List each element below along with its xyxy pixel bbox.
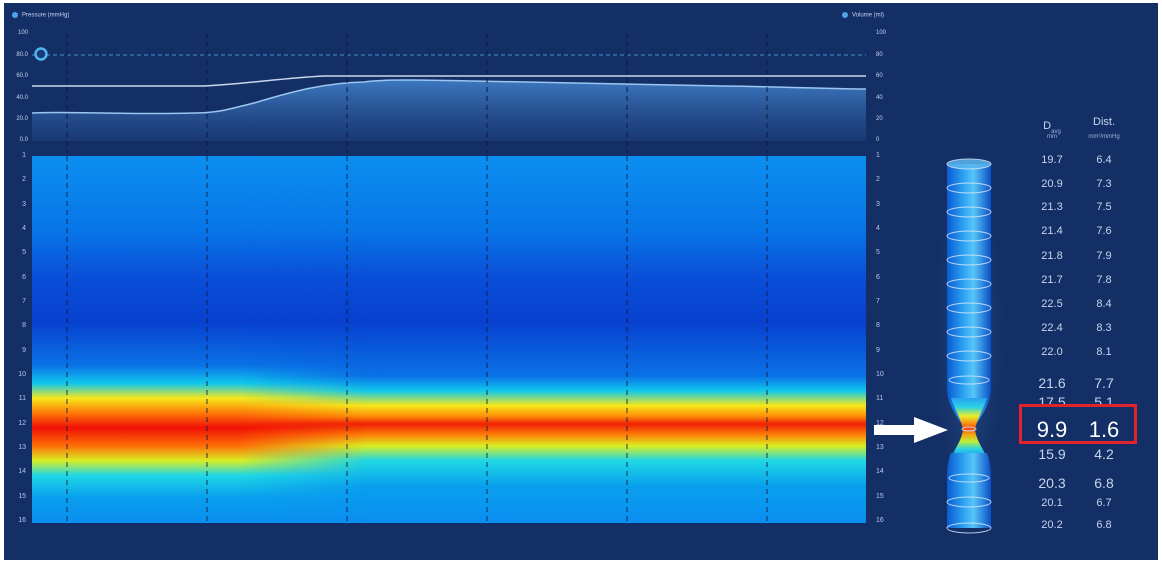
table-cell-distensibility: 7.7: [1094, 375, 1114, 391]
app-window: Pressure (mmHg) Volume (ml) 100 80.0 60.…: [4, 3, 1158, 560]
diameter-heatmap: [32, 156, 866, 523]
pressure-tick-100: 100: [17, 30, 28, 36]
lumen-lower-segment: [947, 453, 991, 528]
sensor-row-label-right: 13: [876, 444, 884, 451]
sensor-row-label-left: 12: [18, 419, 26, 427]
sensor-row-label-left: 10: [18, 371, 26, 378]
sensor-row-label-left: 15: [18, 492, 26, 500]
volume-tick-80: 80: [876, 52, 883, 58]
table-cell-diameter: 21.6: [1038, 375, 1066, 391]
table-cell-diameter: 21.4: [1041, 225, 1063, 237]
pressure-volume-chart: [31, 33, 867, 153]
table-cell-distensibility: 7.3: [1096, 178, 1112, 190]
volume-tick-0: 0: [876, 137, 880, 143]
volume-tick-20: 20: [876, 116, 883, 122]
table-cell-diameter: 20.1: [1041, 497, 1063, 509]
table-cell-distensibility: 8.4: [1096, 298, 1112, 310]
table-cell-diameter: 21.7: [1041, 274, 1063, 286]
pressure-tick-0: 0.0: [19, 137, 28, 143]
sensor-row-label-right: 4: [876, 225, 880, 232]
sensor-row-label-left: 6: [22, 273, 26, 281]
pressure-tick-20: 20.0: [16, 116, 28, 122]
sensor-row-label-right: 10: [876, 371, 884, 378]
sensor-row-label-right: 9: [876, 346, 880, 354]
volume-tick-100: 100: [876, 30, 887, 36]
sensor-row-label-left: 5: [22, 249, 26, 257]
table-cell-distensibility: 6.8: [1096, 519, 1112, 531]
circle-marker-icon[interactable]: [34, 47, 48, 61]
table-cell-distensibility: 7.8: [1096, 274, 1112, 286]
volume-tick-40: 40: [876, 95, 883, 101]
dist-header: Dist.: [1093, 116, 1115, 128]
sensor-row-label-right: 14: [876, 468, 884, 476]
sensor-row-label-left: 3: [22, 200, 26, 208]
sensor-row-label-left: 9: [22, 346, 26, 354]
sensor-row-label-right: 1: [876, 152, 880, 159]
table-cell-distensibility: 6.7: [1096, 497, 1112, 509]
sensor-row-label-right: 16: [876, 517, 884, 524]
table-cell-distensibility: 4.2: [1094, 446, 1114, 462]
table-cell-diameter: 20.3: [1038, 475, 1066, 491]
lumen-profile-graphic: [929, 148, 1009, 538]
sensor-row-label-left: 8: [22, 322, 26, 330]
d-avg-header-label: D: [1043, 120, 1052, 132]
table-cell-distensibility: 7.5: [1096, 201, 1112, 213]
sensor-row-label-right: 2: [876, 176, 880, 184]
table-cell-diameter: 21.3: [1041, 201, 1063, 213]
sensor-row-label-left: 13: [18, 444, 26, 451]
sensor-row-label-left: 14: [18, 468, 26, 476]
table-cell-diameter: 22.5: [1041, 298, 1063, 310]
volume-area: [32, 80, 866, 141]
pressure-tick-60: 60.0: [16, 73, 28, 79]
pressure-tick-40: 40.0: [16, 95, 28, 101]
sensor-row-label-right: 6: [876, 273, 880, 281]
d-avg-header: Davg: [1030, 116, 1074, 135]
sensor-row-label-right: 7: [876, 298, 880, 305]
table-cell-distensibility: 8.3: [1096, 322, 1112, 334]
d-avg-unit: mm: [1047, 134, 1057, 140]
table-cell-distensibility: 8.1: [1096, 346, 1112, 358]
table-cell-distensibility: 6.4: [1096, 154, 1112, 166]
sensor-row-label-left: 4: [22, 225, 26, 232]
table-cell-diameter: 20.9: [1041, 178, 1063, 190]
sensor-row-label-left: 11: [18, 395, 26, 403]
table-cell-diameter: 22.0: [1041, 346, 1063, 358]
pressure-tick-80: 80.0: [16, 52, 28, 58]
dist-unit: mm²/mmHg: [1088, 134, 1120, 140]
sensor-row-label-right: 3: [876, 200, 880, 208]
sensor-row-label-left: 2: [22, 176, 26, 184]
volume-tick-60: 60: [876, 73, 883, 79]
table-cell-distensibility: 6.8: [1094, 475, 1114, 491]
table-cell-diameter: 21.8: [1041, 250, 1063, 262]
table-cell-diameter: 22.4: [1041, 322, 1063, 334]
table-cell-distensibility: 7.6: [1096, 225, 1112, 237]
sensor-row-label-right: 8: [876, 322, 880, 330]
sensor-row-label-right: 15: [876, 492, 884, 500]
table-cell-distensibility: 7.9: [1096, 250, 1112, 262]
sensor-row-label-left: 7: [22, 298, 26, 305]
right-arrow-icon: [874, 417, 948, 443]
table-cell-diameter: 15.9: [1038, 446, 1066, 462]
lumen-upper-segment: [947, 164, 991, 424]
table-cell-diameter: 19.7: [1041, 154, 1063, 166]
table-cell-diameter: 20.2: [1041, 519, 1063, 531]
sensor-row-label-left: 1: [22, 152, 26, 159]
stenosis-highlight-box: [1019, 404, 1137, 444]
sensor-row-label-right: 11: [876, 395, 884, 403]
sensor-row-label-right: 5: [876, 249, 880, 257]
heatmap-wide-segment: [32, 156, 866, 523]
sensor-row-label-left: 16: [18, 517, 26, 524]
